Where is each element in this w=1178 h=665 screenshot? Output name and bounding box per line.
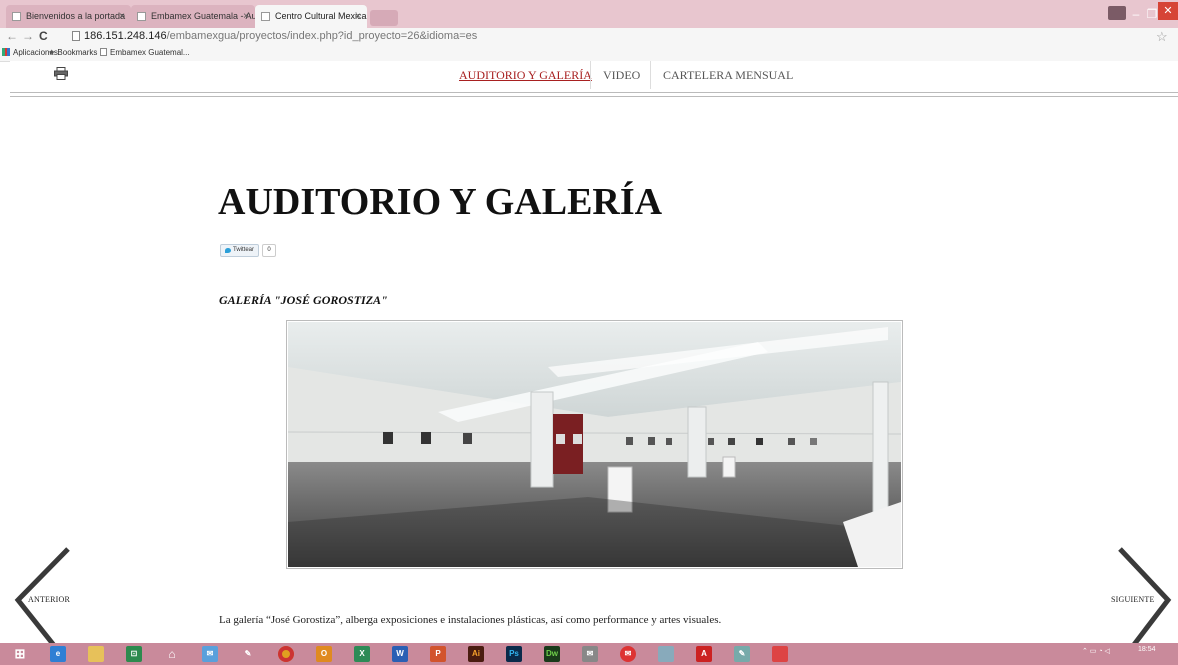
tweet-count: 0 [262, 244, 277, 257]
gallery-photo [286, 320, 903, 569]
chrome-icon[interactable] [278, 646, 294, 662]
section-title: GALERÍA "JOSÉ GOROSTIZA" [219, 293, 388, 307]
outlook-icon[interactable]: O [316, 646, 332, 662]
bookmark-bookmarks[interactable]: ★ Bookmarks [48, 45, 97, 61]
star-icon: ★ [48, 48, 56, 57]
window-close-icon[interactable]: ✕ [1158, 2, 1178, 20]
home-icon[interactable]: ⌂ [164, 646, 180, 662]
paint-icon[interactable]: ✎ [240, 646, 256, 662]
nav-cartelera-mensual[interactable]: CARTELERA MENSUAL [650, 61, 805, 89]
url-path: /embamexgua/proyectos/index.php?id_proye… [166, 30, 478, 42]
gallery-description: La galería “José Gorostiza”, alberga exp… [219, 614, 722, 626]
page-icon [72, 31, 80, 41]
forward-icon[interactable]: → [22, 29, 34, 44]
favicon-icon [137, 12, 146, 21]
site-nav: AUDITORIO Y GALERÍA VIDEO CARTELERA MENS… [10, 61, 1178, 89]
tab-bienvenidos[interactable]: Bienvenidos a la portada × [6, 5, 131, 28]
browser-tab-bar: Bienvenidos a la portada × Embamex Guate… [0, 0, 1178, 28]
tab-label: Embamex Guatemala - Au [151, 11, 255, 21]
internet-explorer-icon[interactable]: e [50, 646, 66, 662]
paint-app-icon[interactable]: ✎ [734, 646, 750, 662]
new-tab-button[interactable] [370, 10, 398, 26]
bookmark-embamex[interactable]: Embamex Guatemal... [100, 45, 190, 61]
system-tray[interactable]: ⌃ ▭ ◔ ◁ [1082, 647, 1110, 655]
notes-icon[interactable] [658, 646, 674, 662]
close-tab-icon[interactable]: × [355, 5, 361, 28]
nav-auditorio-galeria[interactable]: AUDITORIO Y GALERÍA [447, 61, 604, 89]
print-icon[interactable] [54, 67, 68, 80]
url-host: 186.151.248.146 [84, 30, 167, 42]
tab-label: Bienvenidos a la portada [26, 11, 126, 21]
twitter-bird-icon [225, 248, 231, 253]
bookmarks-bar: Aplicaciones ★ Bookmarks Embamex Guatema… [0, 45, 1178, 62]
page-icon [100, 48, 107, 56]
close-tab-icon[interactable]: × [243, 5, 249, 28]
powerpoint-icon[interactable]: P [430, 646, 446, 662]
windows-taskbar: ⊞ e ⊡ ⌂ ✉ ✎ O X W P Ai Ps Dw ✉ ✉ A ✎ ⌃ ▭… [0, 643, 1178, 665]
user-profile-icon[interactable] [1108, 6, 1126, 20]
back-icon[interactable]: ← [6, 29, 18, 44]
bookmark-star-icon[interactable]: ☆ [1156, 28, 1168, 45]
favicon-icon [12, 12, 21, 21]
apps-grid-icon [2, 48, 10, 56]
gallery-interior-image [288, 322, 901, 567]
paint-red-icon[interactable] [772, 646, 788, 662]
excel-icon[interactable]: X [354, 646, 370, 662]
previous-label[interactable]: ANTERIOR [28, 595, 70, 604]
photoshop-icon[interactable]: Ps [506, 646, 522, 662]
file-explorer-icon[interactable] [88, 646, 104, 662]
nav-video[interactable]: VIDEO [590, 61, 652, 89]
reload-icon[interactable]: C [39, 29, 48, 44]
word-icon[interactable]: W [392, 646, 408, 662]
tab-centro-cultural[interactable]: Centro Cultural Mexicano × [255, 5, 367, 28]
taskbar-clock[interactable]: 18:54 [1138, 645, 1156, 654]
windows-start-icon[interactable]: ⊞ [12, 646, 28, 662]
mail-app-icon[interactable]: ✉ [582, 646, 598, 662]
page-title: AUDITORIO Y GALERÍA [218, 181, 663, 223]
tweet-widget: Twittear 0 [220, 244, 277, 257]
address-bar: ← → C 186.151.248.146/embamexgua/proyect… [0, 28, 1178, 45]
url-field[interactable]: 186.151.248.146/embamexgua/proyectos/ind… [84, 29, 477, 44]
illustrator-icon[interactable]: Ai [468, 646, 484, 662]
nav-divider [10, 92, 1178, 97]
page-icon [261, 12, 270, 21]
tab-label: Centro Cultural Mexicano [275, 11, 367, 21]
dreamweaver-icon[interactable]: Dw [544, 646, 560, 662]
close-tab-icon[interactable]: × [119, 5, 125, 28]
next-label[interactable]: SIGUIENTE [1111, 595, 1155, 604]
store-icon[interactable]: ⊡ [126, 646, 142, 662]
tab-embamex[interactable]: Embamex Guatemala - Au × [131, 5, 255, 28]
outlook-mail-icon[interactable]: ✉ [202, 646, 218, 662]
acrobat-icon[interactable]: A [696, 646, 712, 662]
mail-red-icon[interactable]: ✉ [620, 646, 636, 662]
tweet-button[interactable]: Twittear [220, 244, 260, 257]
